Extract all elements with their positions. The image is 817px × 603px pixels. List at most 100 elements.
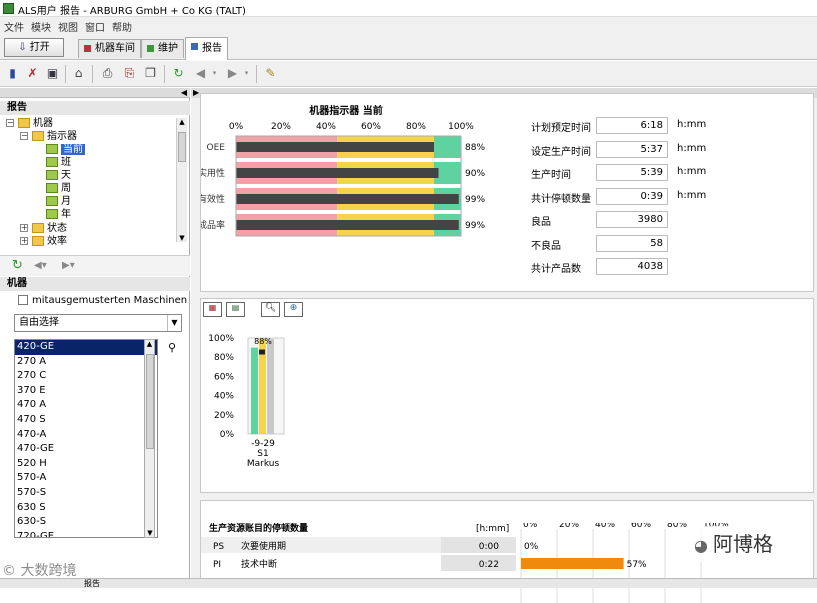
machine-list-item[interactable]: 630-S: [15, 515, 157, 530]
machine-list-item[interactable]: 630 S: [15, 501, 157, 516]
x-tick-label: 40%: [595, 523, 615, 530]
back-dropdown-icon[interactable]: ▾: [207, 66, 222, 81]
report-tab-icon: [191, 43, 198, 50]
tree-item-day-label: 天: [61, 170, 71, 181]
tree-item-shift[interactable]: 班: [46, 156, 71, 169]
calendar-icon[interactable]: ▦: [203, 302, 222, 317]
report-page-icon: [46, 170, 58, 180]
tree-node-efficiency[interactable]: 效率: [32, 235, 67, 248]
connect-icon[interactable]: ▮: [5, 66, 20, 81]
value-label: 99%: [465, 221, 485, 231]
machine-list-item[interactable]: 470-A: [15, 428, 157, 443]
machine-list-item[interactable]: 470 S: [15, 413, 157, 428]
machine-list-scroll-thumb[interactable]: [146, 354, 154, 449]
kpi-unit: h:mm: [677, 119, 707, 130]
binoculars-icon[interactable]: ⚲: [164, 341, 180, 355]
tree-item-month[interactable]: 月: [46, 195, 71, 208]
print-icon[interactable]: ⎙: [100, 66, 115, 81]
tree-collapse-icon[interactable]: −: [6, 119, 14, 127]
tree-scrollbar[interactable]: ▲ ▼: [176, 118, 187, 242]
menu-help[interactable]: 帮助: [108, 17, 135, 34]
forward-icon[interactable]: ▶: [225, 66, 240, 81]
kpi-value-field: 4038: [596, 258, 668, 275]
machine-list[interactable]: 420-GE 270 A 270 C 370 E 470 A 470 S 470-A 470-…: [14, 339, 158, 538]
zoom-reset-icon[interactable]: ⊕: [284, 302, 303, 317]
machine-list-item[interactable]: 470 A: [15, 398, 157, 413]
downtime-time: 0:22: [479, 560, 499, 570]
tree-item-current[interactable]: 当前: [46, 143, 85, 156]
print-preview-icon[interactable]: ⎘: [122, 66, 137, 81]
indicator-bar: [236, 194, 459, 204]
machine-list-item[interactable]: 270 C: [15, 369, 157, 384]
scroll-up-icon[interactable]: ▲: [145, 340, 154, 348]
oee-marker: [259, 349, 265, 355]
data-label: 88%: [254, 337, 272, 346]
machine-list-item[interactable]: 720-GE: [15, 530, 157, 537]
tree-item-year[interactable]: 年: [46, 208, 71, 221]
tree-node-status[interactable]: 状态: [32, 222, 67, 235]
tree-item-week[interactable]: 周: [46, 182, 71, 195]
report-settings-icon[interactable]: ▣: [45, 66, 60, 81]
machine-list-item[interactable]: 570-S: [15, 486, 157, 501]
home-icon[interactable]: ⌂: [71, 66, 86, 81]
back-icon[interactable]: ◀▾: [34, 260, 47, 271]
report-page-icon: [46, 157, 58, 167]
machine-selection-dropdown[interactable]: 自由选择 ▼: [14, 314, 182, 332]
tab-maintenance[interactable]: 维护: [141, 39, 184, 58]
machine-list-item[interactable]: 570-A: [15, 471, 157, 486]
machine-list-item[interactable]: 520 H: [15, 457, 157, 472]
collapse-left-icon[interactable]: ◀: [181, 88, 187, 97]
menu-window[interactable]: 窗口: [81, 17, 108, 34]
tree-scroll-thumb[interactable]: [178, 132, 186, 162]
scroll-down-icon[interactable]: ▼: [177, 234, 187, 242]
forward-icon[interactable]: ▶▾: [62, 260, 75, 271]
series-bar: [267, 338, 274, 434]
machine-list-scrollbar[interactable]: ▲ ▼: [144, 339, 155, 538]
open-button[interactable]: ⇩ 打开: [4, 38, 64, 57]
watermark-text: 阿博格: [713, 532, 774, 556]
kpi-unit: h:mm: [677, 166, 707, 177]
refresh-icon[interactable]: ↻: [171, 66, 186, 81]
forward-dropdown-icon[interactable]: ▾: [239, 66, 254, 81]
x-category-label: Markus: [247, 459, 280, 469]
chart-title: 机器指示器 当前: [309, 104, 382, 117]
tab-machine-shop[interactable]: 机器车间: [78, 39, 141, 58]
scroll-up-icon[interactable]: ▲: [177, 118, 187, 126]
retired-machines-checkbox[interactable]: mitausgemusterten Maschinen: [18, 295, 187, 306]
x-tick-label: 0%: [523, 523, 538, 530]
folder-icon: [32, 223, 44, 233]
scroll-down-icon[interactable]: ▼: [145, 529, 155, 537]
tree-node-indicator[interactable]: 指示器: [32, 130, 77, 143]
disconnect-icon[interactable]: ✗: [25, 66, 40, 81]
menu-view[interactable]: 视图: [54, 17, 81, 34]
copy-icon[interactable]: ❐: [143, 66, 158, 81]
machine-list-item[interactable]: 470-GE: [15, 442, 157, 457]
downtime-label: 技术中断: [241, 558, 277, 570]
downtime-pct-label: 57%: [627, 560, 647, 570]
collapse-right-icon[interactable]: ▶: [193, 88, 199, 97]
tree-node-machine[interactable]: 机器: [18, 117, 53, 130]
machine-list-item[interactable]: 270 A: [15, 355, 157, 370]
tree-node-machine-label: 机器: [33, 118, 53, 129]
zoom-icon[interactable]: 🔍︎: [261, 302, 280, 317]
tree-expand-icon[interactable]: +: [20, 224, 28, 232]
refresh-icon[interactable]: ↻: [12, 258, 23, 273]
machine-list-item[interactable]: 420-GE: [15, 340, 157, 355]
tree-expand-icon[interactable]: +: [20, 237, 28, 245]
kpi-value-field: 5:37: [596, 140, 668, 158]
chevron-down-icon[interactable]: ▼: [167, 315, 181, 331]
tree-collapse-icon[interactable]: −: [20, 132, 28, 140]
back-icon[interactable]: ◀: [193, 66, 208, 81]
menu-file[interactable]: 文件: [0, 17, 27, 34]
menu-module[interactable]: 模块: [27, 17, 54, 34]
kpi-label: 共计产品数: [531, 264, 581, 275]
open-button-label: 打开: [29, 42, 50, 53]
table-view-icon[interactable]: ▤: [226, 302, 245, 317]
note-icon[interactable]: ✎: [263, 66, 278, 81]
open-icon: ⇩: [18, 42, 30, 53]
tree-item-day[interactable]: 天: [46, 169, 71, 182]
y-tick-label: 0%: [220, 430, 235, 440]
tab-report[interactable]: 报告: [185, 37, 228, 60]
machine-list-item[interactable]: 370 E: [15, 384, 157, 399]
downtime-code: PS: [213, 542, 224, 552]
